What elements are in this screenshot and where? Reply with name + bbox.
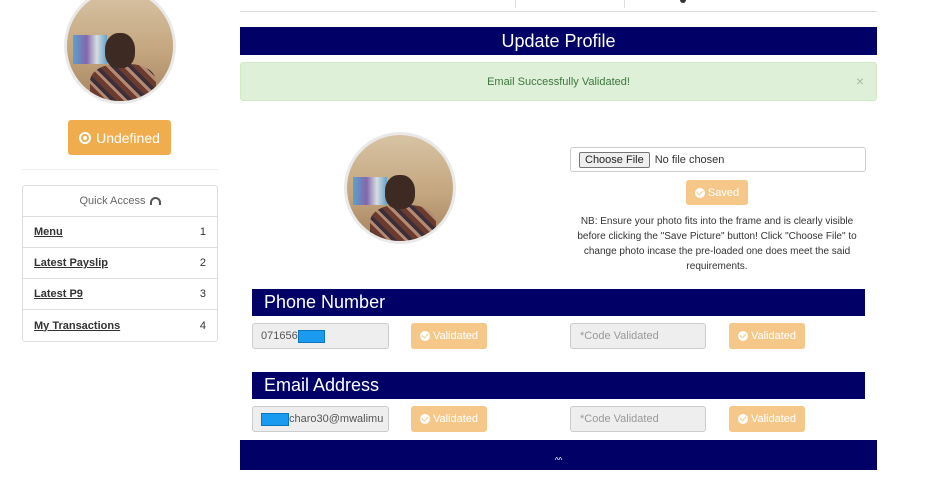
code-placeholder: *Code Validated bbox=[580, 413, 659, 425]
quick-access-panel: Quick Access Menu 1 Latest Payslip 2 Lat… bbox=[22, 185, 218, 342]
quick-access-link[interactable]: Menu bbox=[34, 226, 63, 238]
check-circle-icon bbox=[737, 414, 748, 424]
quick-access-title: Quick Access bbox=[79, 195, 146, 207]
status-undefined-button[interactable]: Undefined bbox=[68, 120, 171, 155]
quick-access-link[interactable]: Latest Payslip bbox=[34, 257, 108, 269]
email-code-input[interactable]: *Code Validated bbox=[570, 406, 706, 432]
email-validated-button[interactable]: Validated bbox=[411, 406, 487, 432]
photo-note: NB: Ensure your photo fits into the fram… bbox=[577, 216, 857, 272]
sidebar-avatar bbox=[64, 0, 176, 104]
saved-button[interactable]: Saved bbox=[686, 180, 748, 205]
success-alert: Email Successfully Validated! × bbox=[240, 62, 877, 101]
check-circle-icon bbox=[694, 187, 705, 198]
quick-access-count: 4 bbox=[199, 319, 206, 332]
email-input[interactable]: charo30@mwalimu bbox=[252, 406, 389, 432]
quick-access-item-latest-p9[interactable]: Latest P9 3 bbox=[23, 279, 217, 310]
check-circle-icon bbox=[419, 414, 430, 424]
check-circle-icon bbox=[419, 331, 430, 341]
page: Undefined Quick Access Menu 1 Latest Pay… bbox=[0, 0, 944, 480]
close-circle-icon bbox=[79, 131, 92, 144]
email-code-validated-button[interactable]: Validated bbox=[729, 406, 805, 432]
validated-label: Validated bbox=[750, 330, 797, 342]
phone-code-input[interactable]: *Code Validated bbox=[570, 323, 706, 349]
close-icon[interactable]: × bbox=[856, 73, 864, 89]
profile-avatar-preview bbox=[344, 132, 456, 244]
phone-validated-button[interactable]: Validated bbox=[411, 323, 487, 349]
nav-item-fragment[interactable] bbox=[680, 0, 686, 3]
choose-file-button[interactable]: Choose File bbox=[579, 151, 650, 168]
quick-access-item-my-transactions[interactable]: My Transactions 4 bbox=[23, 310, 217, 341]
phone-section-header: Phone Number bbox=[252, 289, 865, 316]
photo-file-input[interactable]: Choose File No file chosen bbox=[570, 147, 866, 172]
quick-access-item-menu[interactable]: Menu 1 bbox=[23, 217, 217, 248]
file-status: No file chosen bbox=[654, 153, 725, 166]
top-navbar bbox=[240, 0, 877, 12]
footer-bar: ^^ bbox=[240, 440, 877, 470]
code-placeholder: *Code Validated bbox=[580, 330, 659, 342]
email-section-header: Email Address bbox=[252, 372, 865, 399]
page-title: Update Profile bbox=[240, 27, 877, 55]
quick-access-link[interactable]: My Transactions bbox=[34, 320, 120, 332]
profile-photo bbox=[347, 135, 453, 241]
redaction-block bbox=[261, 412, 289, 426]
alert-message: Email Successfully Validated! bbox=[487, 75, 630, 88]
status-label: Undefined bbox=[96, 129, 160, 146]
quick-access-link[interactable]: Latest P9 bbox=[34, 288, 83, 300]
nav-divider bbox=[624, 0, 625, 8]
nav-divider bbox=[515, 0, 516, 8]
validated-label: Validated bbox=[432, 330, 479, 342]
redaction-block bbox=[297, 329, 325, 343]
phone-code-validated-button[interactable]: Validated bbox=[729, 323, 805, 349]
quick-access-count: 1 bbox=[199, 226, 206, 238]
divider bbox=[22, 169, 218, 170]
saved-label: Saved bbox=[707, 186, 740, 199]
phone-input[interactable]: 071656 bbox=[252, 323, 389, 349]
phone-value: 071656 bbox=[261, 330, 298, 342]
dashboard-gauge-icon bbox=[149, 197, 161, 205]
validated-label: Validated bbox=[432, 413, 479, 425]
validated-label: Validated bbox=[750, 413, 797, 425]
email-value: charo30@mwalimu bbox=[289, 413, 384, 425]
profile-photo bbox=[67, 0, 173, 101]
quick-access-header: Quick Access bbox=[23, 186, 217, 217]
quick-access-count: 3 bbox=[199, 288, 206, 300]
quick-access-item-latest-payslip[interactable]: Latest Payslip 2 bbox=[23, 248, 217, 279]
quick-access-count: 2 bbox=[199, 257, 206, 269]
check-circle-icon bbox=[737, 331, 748, 341]
